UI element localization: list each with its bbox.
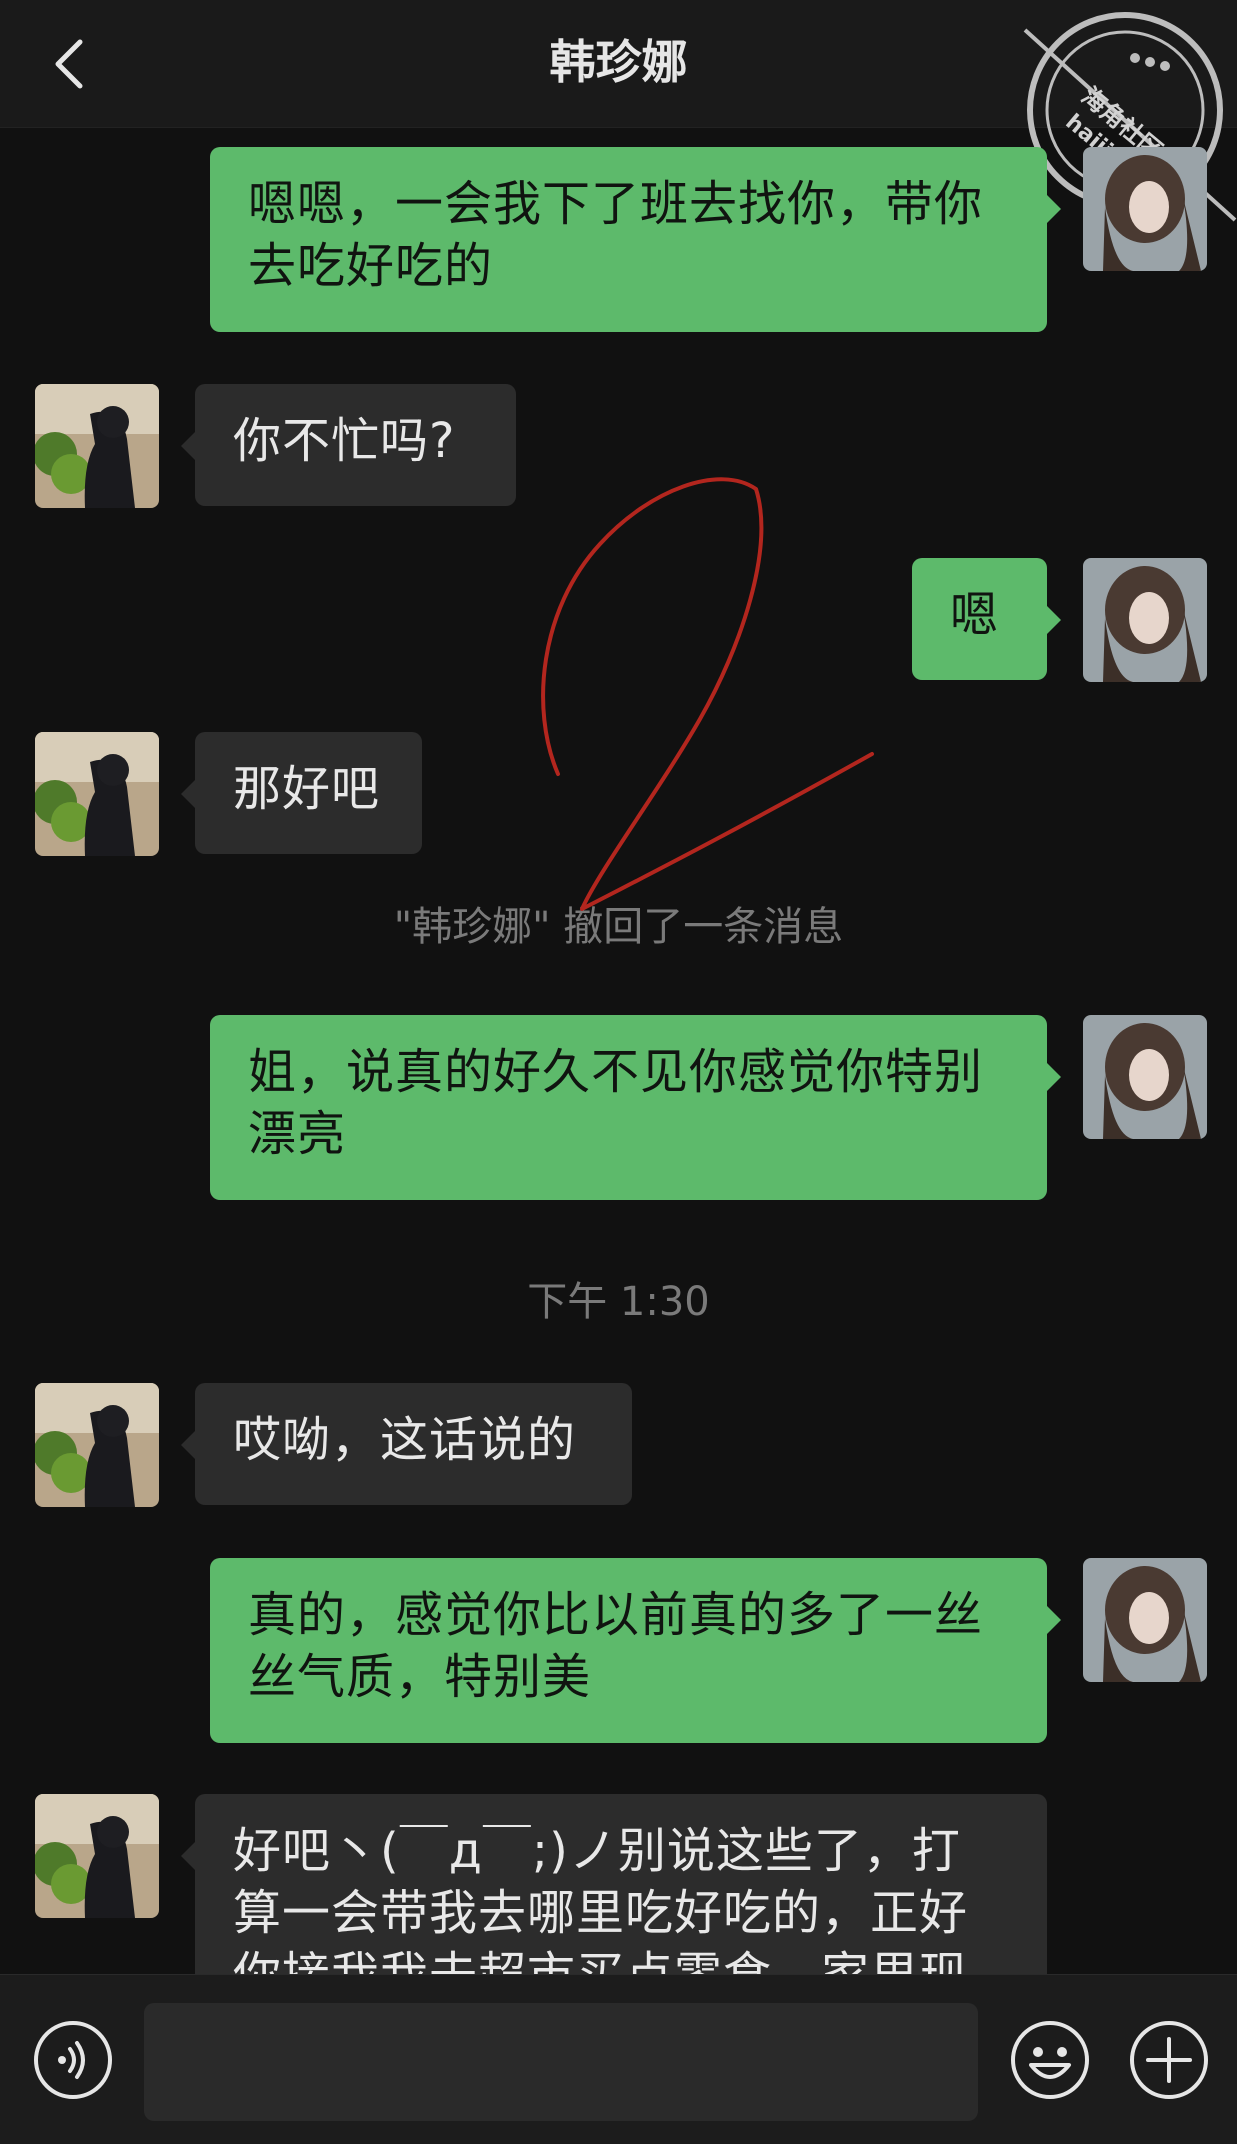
emoji-button[interactable] xyxy=(1009,2019,1091,2101)
incoming-message-bubble[interactable]: 哎呦，这话说的 xyxy=(181,1383,632,1505)
contact-avatar[interactable] xyxy=(35,732,159,856)
hand-drawn-annotation xyxy=(541,477,874,911)
input-bar xyxy=(0,1974,1237,2144)
outgoing-message-bubble[interactable]: 嗯嗯，一会我下了班去找你，带你去吃好吃的 xyxy=(210,147,1061,332)
my-avatar[interactable] xyxy=(1083,1558,1207,1682)
my-avatar[interactable] xyxy=(1083,558,1207,682)
incoming-message-bubble[interactable]: 你不忙吗? xyxy=(181,384,516,506)
incoming-message-bubble[interactable]: 好吧丶(￣д￣;)ノ别说这些了，打算一会带我去哪里吃好吃的，正好你接我我去超市买… xyxy=(181,1794,1047,1974)
emoji-icon xyxy=(1011,2021,1089,2099)
contact-avatar[interactable] xyxy=(35,1383,159,1507)
more-button[interactable] xyxy=(1128,2019,1210,2101)
recall-notice: "韩珍娜" 撤回了一条消息 xyxy=(393,904,844,950)
voice-icon xyxy=(34,2021,112,2099)
outgoing-message-bubble[interactable]: 嗯 xyxy=(912,558,1061,680)
contact-avatar[interactable] xyxy=(35,384,159,508)
my-avatar[interactable] xyxy=(1083,147,1207,271)
message-list[interactable]: 嗯嗯，一会我下了班去找你，带你去吃好吃的 你不忙吗? 嗯 那好吧 "韩珍娜" 撤… xyxy=(0,129,1237,1974)
message-input[interactable] xyxy=(144,2003,978,2121)
chat-screen: 韩珍娜 海角社区 haijiao.com 嗯嗯，一会我下了班去找你，带你去吃好吃… xyxy=(0,0,1237,2144)
incoming-message-bubble[interactable]: 那好吧 xyxy=(181,732,422,854)
timestamp: 下午 1:30 xyxy=(527,1279,710,1325)
contact-avatar[interactable] xyxy=(35,1794,159,1918)
voice-button[interactable] xyxy=(32,2019,114,2101)
my-avatar[interactable] xyxy=(1083,1015,1207,1139)
outgoing-message-bubble[interactable]: 姐，说真的好久不见你感觉你特别漂亮 xyxy=(210,1015,1061,1200)
plus-icon xyxy=(1130,2021,1208,2099)
outgoing-message-bubble[interactable]: 真的，感觉你比以前真的多了一丝丝气质，特别美 xyxy=(210,1558,1061,1743)
